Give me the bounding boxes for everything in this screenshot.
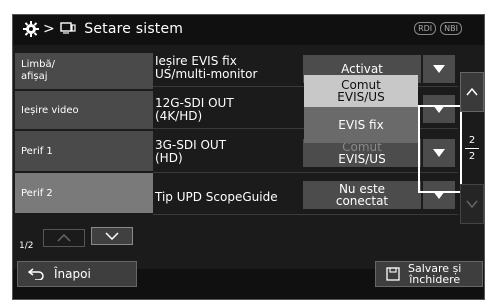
total-page-number: 2: [468, 150, 476, 162]
sidebar-page-down-button[interactable]: [91, 227, 133, 245]
back-button-label: Înapoi: [54, 267, 91, 281]
upd-scopeguide-value[interactable]: Nu este conectat: [303, 181, 421, 209]
chevron-down-icon: [466, 200, 478, 208]
sidebar-page-indicator: 1/2: [19, 241, 34, 251]
setting-value-text: conectat: [335, 194, 389, 208]
chevron-down-icon: [105, 232, 119, 240]
save-and-close-button[interactable]: Salvare și închidere: [375, 261, 483, 287]
setting-label-upd-scopeguide: Tip UPD ScopeGuide: [155, 191, 278, 204]
page-title-text: Setare sistem: [84, 21, 184, 37]
setting-label-line: US/multi-monitor: [155, 67, 258, 81]
setting-label-evis-fix-output: Ieșire EVIS fix US/multi-monitor: [155, 55, 257, 81]
sidebar-item-label: Limbă/ afișaj: [21, 59, 55, 82]
save-icon: [386, 267, 400, 281]
sidebar-item-language-display[interactable]: Limbă/ afișaj: [15, 53, 153, 89]
save-and-close-label: Salvare și închidere: [408, 263, 461, 285]
sidebar-page-up-button[interactable]: [43, 229, 85, 247]
sidebar-item-video-output[interactable]: Ieșire video: [15, 91, 153, 129]
scroll-up-button[interactable]: [460, 72, 484, 112]
system-settings-icon: [59, 22, 76, 34]
back-button[interactable]: Înapoi: [17, 261, 137, 287]
triangle-down-icon: [433, 65, 445, 73]
setting-value-text: EVIS/US: [338, 152, 386, 166]
status-badges: RDI NBI: [414, 22, 462, 35]
setting-label-line: Tip UPD ScopeGuide: [155, 190, 278, 204]
save-label-line: închidere: [409, 273, 461, 286]
chevron-up-icon: [57, 234, 71, 242]
row-divider: [153, 214, 458, 215]
breadcrumb-separator: >: [43, 21, 60, 37]
nbi-badge: NBI: [440, 22, 462, 35]
setting-label-line: (4K/HD): [155, 109, 203, 123]
sidebar-item-label: Ieșire video: [21, 104, 79, 116]
page-title: > Setare sistem: [43, 21, 183, 37]
current-page-number: 2: [468, 134, 476, 146]
title-bar: > Setare sistem RDI NBI: [13, 15, 484, 45]
sidebar-item-label: Perif 1: [21, 145, 53, 157]
system-settings-window: > Setare sistem RDI NBI Limbă/ afișaj Ie…: [12, 14, 485, 300]
dropdown-option-comut-evis-us[interactable]: Comut EVIS/US: [304, 75, 418, 107]
scroll-page-indicator: 2 2: [460, 120, 484, 176]
highlight-frame: [418, 105, 462, 193]
sidebar-item-label: Perif 2: [21, 187, 53, 199]
gear-icon: [23, 21, 39, 37]
row-divider: [153, 172, 458, 173]
setting-label-3g-sdi-out: 3G-SDI OUT (HD): [155, 139, 226, 165]
setting-label-line: (HD): [155, 151, 183, 165]
setting-value-text: Activat: [341, 62, 383, 76]
return-arrow-icon: [28, 268, 44, 280]
sidebar-item-peripheral-1[interactable]: Perif 1: [15, 131, 153, 171]
dropdown-option-evis-fix[interactable]: EVIS fix: [304, 107, 418, 143]
scroll-down-button[interactable]: [460, 184, 484, 224]
evis-fix-output-dropdown-button[interactable]: [423, 55, 455, 83]
rdi-badge: RDI: [414, 22, 437, 35]
dropdown-option-text: EVIS/US: [337, 90, 385, 104]
12g-sdi-out-dropdown-menu: Comut EVIS/US EVIS fix: [304, 75, 418, 145]
dropdown-option-text: EVIS fix: [338, 118, 384, 132]
page-fraction-bar: [465, 147, 479, 149]
setting-label-12g-sdi-out: 12G-SDI OUT (4K/HD): [155, 97, 234, 123]
chevron-up-icon: [466, 88, 478, 96]
sidebar-item-peripheral-2[interactable]: Perif 2: [15, 173, 153, 213]
